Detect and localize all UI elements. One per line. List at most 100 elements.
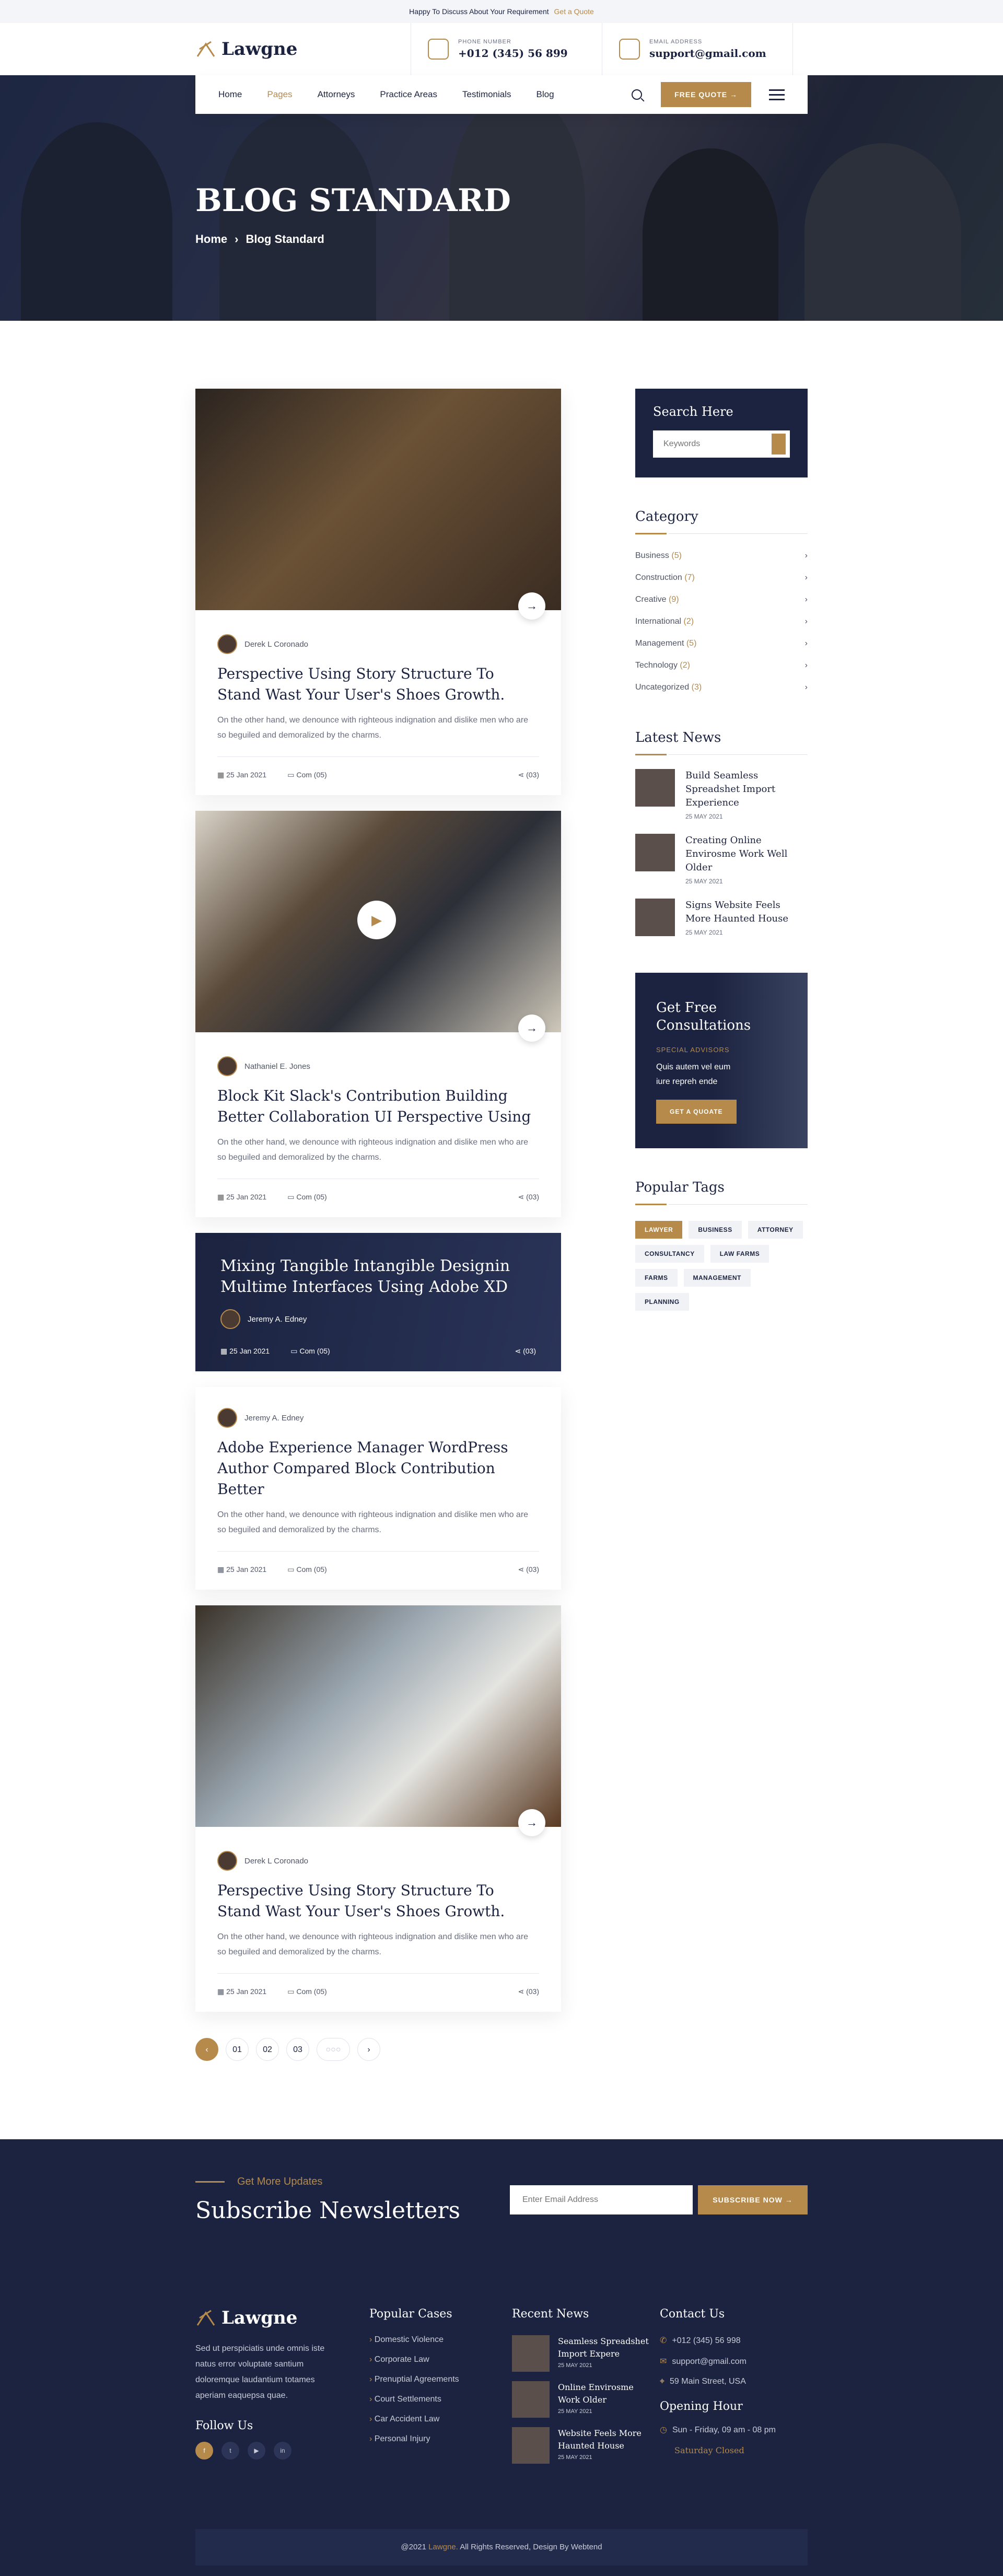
post-card: → Derek L Coronado Perspective Using Sto… [195, 1605, 561, 2012]
category-item[interactable]: Business (5) › [635, 545, 808, 567]
main-nav: Home Pages Attorneys Practice Areas Test… [195, 75, 808, 114]
newsletter-email-input[interactable] [510, 2185, 693, 2214]
category-item[interactable]: Creative (9) › [635, 589, 808, 611]
footer-logo[interactable]: Lawgne [195, 2307, 348, 2328]
footer-about: Lawgne Sed ut perspiciatis unde omnis is… [195, 2307, 348, 2473]
promo-title: Get Free Consultations [656, 1000, 751, 1033]
logo[interactable]: Lawgne [195, 39, 411, 60]
post-comments: Com (05) [299, 1347, 330, 1355]
clock-icon: ◷ [660, 2426, 667, 2434]
subscribe-button[interactable]: SUBSCRIBE NOW → [698, 2185, 808, 2214]
phone-icon [428, 39, 449, 60]
arrow-right-icon[interactable]: → [518, 592, 545, 620]
tag[interactable]: ATTORNEY [748, 1221, 803, 1239]
comment-icon[interactable]: ▭ Com (05) [287, 1193, 326, 1202]
post-title[interactable]: Mixing Tangible Intangible Designin Mult… [220, 1256, 536, 1298]
next-page-icon[interactable]: › [357, 2038, 380, 2061]
post-image[interactable]: → [195, 389, 561, 620]
youtube-icon[interactable]: ▶ [248, 2442, 265, 2460]
search-icon[interactable] [632, 89, 643, 100]
post-image[interactable]: → [195, 1605, 561, 1836]
tag[interactable]: BUSINESS [689, 1221, 742, 1239]
comment-icon[interactable]: ▭ Com (05) [287, 1987, 326, 1996]
nav-pages[interactable]: Pages [267, 89, 292, 100]
case-link[interactable]: Personal Injury [369, 2434, 501, 2444]
post-excerpt: On the other hand, we denounce with righ… [217, 1138, 529, 1162]
prev-page-icon[interactable]: ‹ [195, 2038, 218, 2061]
chevron-right-icon: › [804, 639, 808, 648]
category-item[interactable]: International (2) › [635, 611, 808, 633]
logo-text: Lawgne [221, 39, 298, 60]
news-item[interactable]: Build Seamless Spreadshet Import Experie… [635, 769, 808, 820]
phone-number[interactable]: +012 (345) 56 899 [458, 47, 568, 60]
post-list: → Derek L Coronado Perspective Using Sto… [195, 389, 561, 2061]
breadcrumb: Home › Blog Standard [195, 232, 324, 246]
post-image[interactable]: ▶ → [195, 811, 561, 1042]
search-widget: Search Here [635, 389, 808, 477]
case-link[interactable]: Corporate Law [369, 2355, 501, 2364]
case-link[interactable]: Court Settlements [369, 2395, 501, 2404]
nav-blog[interactable]: Blog [537, 89, 554, 100]
footer-news-item[interactable]: Online Envirosme Work Older 25 MAY 2021 [512, 2381, 655, 2418]
share-icon[interactable]: ⋖ (03) [518, 771, 539, 779]
share-icon[interactable]: ⋖ (03) [518, 1565, 539, 1574]
tag[interactable]: LAWYER [635, 1221, 683, 1239]
post-meta: ▦ 25 Jan 2021 ▭ Com (05) ⋖ (03) [217, 756, 539, 779]
page-1[interactable]: 01 [226, 2038, 249, 2061]
category-item[interactable]: Construction (7) › [635, 567, 808, 589]
arrow-right-icon[interactable]: → [518, 1015, 545, 1042]
tag[interactable]: MANAGEMENT [683, 1269, 751, 1287]
search-input[interactable] [663, 439, 772, 449]
pagination: ‹ 01 02 03 ○○○ › [195, 2038, 561, 2061]
news-item[interactable]: Creating Online Envirosme Work Well Olde… [635, 834, 808, 885]
free-quote-button[interactable]: FREE QUOTE → [661, 82, 751, 107]
category-item[interactable]: Technology (2) › [635, 655, 808, 677]
case-link[interactable]: Domestic Violence [369, 2335, 501, 2345]
comment-icon[interactable]: ▭ Com (05) [290, 1347, 330, 1356]
page-2[interactable]: 02 [256, 2038, 279, 2061]
post-title[interactable]: Perspective Using Story Structure To Sta… [217, 663, 539, 705]
comment-icon[interactable]: ▭ Com (05) [287, 771, 326, 779]
arrow-right-icon[interactable]: → [518, 1809, 545, 1836]
nav-testimonials[interactable]: Testimonials [462, 89, 511, 100]
facebook-icon[interactable]: f [195, 2442, 213, 2460]
post-title[interactable]: Block Kit Slack's Contribution Building … [217, 1086, 539, 1127]
case-link[interactable]: Prenuptial Agreements [369, 2375, 501, 2384]
post-title[interactable]: Perspective Using Story Structure To Sta… [217, 1880, 539, 1922]
play-icon[interactable]: ▶ [357, 901, 396, 939]
search-button[interactable] [772, 434, 786, 454]
post-author: Nathaniel E. Jones [217, 1056, 539, 1076]
get-quote-button[interactable]: GET A QUOATE [656, 1100, 737, 1124]
avatar [217, 1056, 237, 1076]
nav-practice-areas[interactable]: Practice Areas [380, 89, 437, 100]
nav-attorneys[interactable]: Attorneys [318, 89, 355, 100]
twitter-icon[interactable]: t [221, 2442, 239, 2460]
share-icon[interactable]: ⋖ (03) [518, 1193, 539, 1202]
tag[interactable]: CONSULTANCY [635, 1245, 704, 1263]
header: Lawgne PHONE NUMBER +012 (345) 56 899 EMA… [0, 23, 1003, 75]
linkedin-icon[interactable]: in [274, 2442, 291, 2460]
post-meta: ▦ 25 Jan 2021 ▭ Com (05) ⋖ (03) [220, 1347, 536, 1356]
get-quote-link[interactable]: Get a Quote [554, 7, 594, 16]
menu-icon[interactable] [769, 86, 785, 103]
tag[interactable]: LAW FARMS [710, 1245, 769, 1263]
footer-news-item[interactable]: Website Feels More Haunted House 25 MAY 2… [512, 2427, 655, 2464]
footer-news-item[interactable]: Seamless Spreadshet Import Expere 25 MAY … [512, 2335, 655, 2372]
category-item[interactable]: Uncategorized (3) › [635, 677, 808, 698]
post-shares: (03) [526, 771, 539, 779]
page-3[interactable]: 03 [286, 2038, 309, 2061]
share-icon[interactable]: ⋖ (03) [515, 1347, 536, 1356]
category-item[interactable]: Management (5) › [635, 633, 808, 655]
tag[interactable]: PLANNING [635, 1293, 689, 1311]
post-title[interactable]: Adobe Experience Manager WordPress Autho… [217, 1437, 539, 1500]
case-link[interactable]: Car Accident Law [369, 2415, 501, 2424]
footer: Get More Updates Subscribe Newsletters S… [0, 2139, 1003, 2576]
share-icon[interactable]: ⋖ (03) [518, 1987, 539, 1996]
email-address[interactable]: support@gmail.com [649, 47, 766, 60]
tag[interactable]: FARMS [635, 1269, 678, 1287]
post-date: 25 Jan 2021 [226, 1565, 267, 1573]
news-item[interactable]: Signs Website Feels More Haunted House 25… [635, 899, 808, 936]
nav-home[interactable]: Home [218, 89, 242, 100]
breadcrumb-home[interactable]: Home [195, 232, 227, 246]
comment-icon[interactable]: ▭ Com (05) [287, 1565, 326, 1574]
